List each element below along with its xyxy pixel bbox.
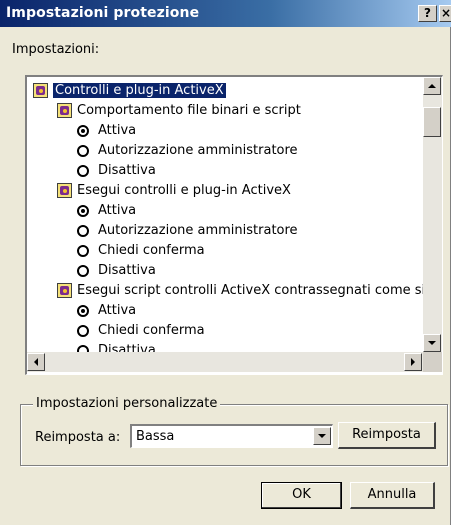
settings-tree-content: Controlli e plug-in ActiveX Comportament… — [27, 77, 423, 352]
tree-item-esegui-controlli[interactable]: Esegui controlli e plug-in ActiveX — [57, 181, 291, 200]
radio-option[interactable]: Chiedi conferma — [77, 241, 205, 260]
settings-folder-icon — [57, 183, 72, 198]
settings-tree[interactable]: Controlli e plug-in ActiveX Comportament… — [25, 75, 443, 375]
radio-icon[interactable] — [77, 165, 89, 177]
radio-option[interactable]: Autorizzazione amministratore — [77, 221, 298, 240]
scroll-thumb[interactable] — [423, 107, 441, 137]
scrollbar-corner — [423, 352, 442, 372]
tree-root-label: Controlli e plug-in ActiveX — [53, 83, 226, 98]
dropdown-button[interactable] — [313, 427, 331, 445]
arrow-right-icon — [411, 358, 415, 366]
radio-option[interactable]: Autorizzazione amministratore — [77, 141, 298, 160]
radio-selected-icon[interactable] — [77, 305, 89, 317]
help-button[interactable]: ? — [418, 5, 437, 22]
tree-root-activex[interactable]: Controlli e plug-in ActiveX — [33, 81, 226, 100]
scroll-right-button[interactable] — [404, 353, 422, 371]
scroll-left-button[interactable] — [27, 353, 45, 371]
horizontal-scrollbar[interactable] — [27, 352, 423, 372]
chevron-down-icon — [318, 434, 326, 438]
tree-item-comportamento-file[interactable]: Comportamento file binari e script — [57, 101, 301, 120]
scroll-up-button[interactable] — [423, 77, 441, 95]
settings-folder-icon — [57, 283, 72, 298]
radio-option[interactable]: Disattiva — [77, 161, 156, 180]
radio-icon[interactable] — [77, 145, 89, 157]
arrow-up-icon — [428, 84, 436, 88]
cancel-button[interactable]: Annulla — [350, 482, 435, 509]
radio-icon[interactable] — [77, 245, 89, 257]
vertical-scrollbar[interactable] — [423, 77, 442, 352]
arrow-left-icon — [34, 358, 38, 366]
window-title: Impostazioni protezione — [6, 5, 200, 21]
title-bar[interactable]: Impostazioni protezione ? × — [0, 0, 451, 27]
reset-to-label: Reimposta a: — [35, 430, 121, 445]
reset-level-value: Bassa — [136, 429, 175, 444]
radio-selected-icon[interactable] — [77, 205, 89, 217]
radio-selected-icon[interactable] — [77, 125, 89, 137]
custom-settings-title: Impostazioni personalizzate — [33, 396, 221, 411]
radio-icon[interactable] — [77, 345, 89, 352]
radio-option[interactable]: Attiva — [77, 121, 136, 140]
reset-level-select[interactable]: Bassa — [130, 424, 333, 448]
close-button[interactable]: × — [439, 5, 451, 22]
settings-folder-icon — [33, 83, 48, 98]
arrow-down-icon — [428, 341, 436, 345]
settings-folder-icon — [57, 103, 72, 118]
ok-button[interactable]: OK — [261, 482, 342, 509]
reset-button[interactable]: Reimposta — [338, 422, 436, 449]
scroll-down-button[interactable] — [423, 334, 441, 352]
radio-option[interactable]: Disattiva — [77, 341, 156, 352]
radio-option[interactable]: Chiedi conferma — [77, 321, 205, 340]
radio-option[interactable]: Attiva — [77, 201, 136, 220]
radio-option[interactable]: Disattiva — [77, 261, 156, 280]
radio-option[interactable]: Attiva — [77, 301, 136, 320]
radio-icon[interactable] — [77, 225, 89, 237]
tree-item-esegui-script[interactable]: Esegui script controlli ActiveX contrass… — [57, 281, 423, 300]
security-settings-dialog: Impostazioni protezione ? × Impostazioni… — [0, 0, 451, 525]
radio-icon[interactable] — [77, 265, 89, 277]
radio-icon[interactable] — [77, 325, 89, 337]
settings-label: Impostazioni: — [12, 42, 100, 57]
